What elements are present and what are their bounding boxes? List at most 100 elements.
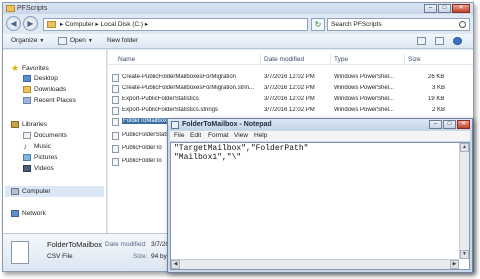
title-bar[interactable]: PFScripts – □ ✕ — [3, 3, 473, 14]
menu-format[interactable]: Format — [208, 132, 229, 139]
close-button[interactable]: ✕ — [457, 120, 470, 129]
open-button[interactable]: Open ▼ — [70, 37, 93, 44]
breadcrumb[interactable]: ▸ Computer ▸ Local Disk (C:) ▸ — [60, 21, 148, 28]
file-size: 2 KB — [432, 107, 446, 113]
file-row[interactable]: Create-PublicFolderMailboxesForMigration… — [108, 83, 473, 94]
column-headers: Name Date modified Type Size — [108, 54, 473, 65]
nav-downloads[interactable]: Downloads — [34, 86, 66, 93]
horizontal-scrollbar[interactable]: ◀ ▶ — [171, 259, 459, 269]
nav-selection — [5, 186, 104, 197]
notepad-menu-bar: File Edit Format View Help — [170, 131, 470, 141]
computer-icon — [11, 188, 19, 195]
nav-libraries[interactable]: Libraries — [22, 121, 47, 128]
nav-favorites[interactable]: Favorites — [22, 65, 49, 72]
powershell-file-icon — [112, 85, 119, 93]
address-bar[interactable]: ▸ Computer ▸ Local Disk (C:) ▸ — [43, 18, 308, 31]
column-name[interactable]: Name — [118, 56, 135, 63]
nav-network[interactable]: Network — [22, 210, 46, 217]
nav-computer[interactable]: Computer — [22, 188, 51, 195]
desktop-icon — [23, 75, 31, 82]
file-type: Windows PowerShel... — [334, 85, 395, 91]
file-row[interactable]: Export-PublicFolderStatistics 3/7/2016 1… — [108, 94, 473, 105]
nav-documents[interactable]: Documents — [34, 132, 67, 139]
column-size[interactable]: Size — [408, 56, 421, 63]
notepad-text-area[interactable]: "TargetMailbox","FolderPath" "Mailbox1",… — [170, 142, 470, 270]
csv-file-icon — [112, 132, 119, 140]
downloads-icon — [23, 86, 31, 93]
column-divider[interactable] — [260, 54, 261, 65]
recent-places-icon — [23, 97, 31, 104]
help-icon[interactable] — [453, 37, 462, 45]
file-date: 3/7/2016 12:02 PM — [264, 85, 315, 91]
notepad-title-bar[interactable]: FolderToMailbox - Notepad – □ ✕ — [168, 119, 472, 130]
close-button[interactable]: ✕ — [452, 4, 470, 13]
new-folder-button[interactable]: New folder — [107, 37, 138, 44]
scroll-left-icon[interactable]: ◀ — [171, 260, 180, 269]
minimize-button[interactable]: – — [424, 4, 437, 13]
powershell-file-icon — [112, 74, 119, 82]
powershell-file-icon — [112, 158, 119, 166]
file-row[interactable]: Export-PublicFolderStatistics.strings 3/… — [108, 105, 473, 116]
file-date: 3/7/2016 12:02 PM — [264, 74, 315, 80]
powershell-file-icon — [112, 107, 119, 115]
scroll-up-icon[interactable]: ▲ — [460, 143, 469, 152]
file-name: PublicFolderTo — [122, 145, 162, 151]
powershell-file-icon — [112, 145, 119, 153]
text-line: "Mailbox1","\" — [174, 153, 242, 162]
preview-pane-icon[interactable] — [435, 37, 444, 45]
open-icon — [58, 37, 67, 45]
open-label: Open — [70, 37, 86, 44]
menu-help[interactable]: Help — [254, 132, 267, 139]
file-name: Export-PublicFolderStatistics — [122, 96, 199, 102]
nav-desktop[interactable]: Desktop — [34, 75, 58, 82]
file-name: FolderToMailbox — [122, 118, 169, 124]
file-date: 3/7/2016 12:02 PM — [264, 107, 315, 113]
details-size-label: Size: — [133, 253, 148, 260]
notepad-window: FolderToMailbox - Notepad – □ ✕ File Edi… — [167, 118, 473, 273]
menu-edit[interactable]: Edit — [190, 132, 201, 139]
videos-icon — [23, 165, 31, 172]
refresh-button[interactable]: ↻ — [311, 18, 325, 31]
scroll-down-icon[interactable]: ▼ — [460, 250, 469, 259]
search-placeholder: Search PFScripts — [331, 21, 382, 28]
menu-file[interactable]: File — [174, 132, 184, 139]
libraries-icon — [11, 121, 19, 128]
column-divider[interactable] — [404, 54, 405, 65]
details-date-label: Date modified: — [105, 241, 147, 248]
minimize-button[interactable]: – — [429, 120, 442, 129]
file-type: Windows PowerShel... — [334, 96, 395, 102]
organize-button[interactable]: Organize ▼ — [11, 37, 44, 44]
text-line: "TargetMailbox","FolderPath" — [174, 144, 309, 153]
maximize-button[interactable]: □ — [438, 4, 451, 13]
vertical-scrollbar[interactable]: ▲ ▼ — [459, 143, 469, 259]
folder-icon — [6, 5, 15, 12]
nav-music[interactable]: Music — [34, 143, 51, 150]
csv-file-icon — [11, 241, 29, 264]
maximize-button[interactable]: □ — [443, 120, 456, 129]
menu-view[interactable]: View — [234, 132, 248, 139]
back-button[interactable]: ◀ — [6, 16, 21, 31]
notepad-title: FolderToMailbox - Notepad — [182, 121, 272, 128]
csv-file-icon — [112, 118, 119, 126]
file-name: PublicFolderTo — [122, 158, 162, 164]
nav-videos[interactable]: Videos — [34, 165, 54, 172]
navigation-pane: ★ Favorites Desktop Downloads Recent Pla… — [3, 50, 107, 235]
search-input[interactable]: Search PFScripts — [327, 18, 470, 31]
chevron-down-icon: ▼ — [87, 38, 93, 44]
star-icon: ★ — [11, 63, 20, 73]
column-date[interactable]: Date modified — [264, 56, 304, 63]
column-divider[interactable] — [330, 54, 331, 65]
scroll-right-icon[interactable]: ▶ — [450, 260, 459, 269]
view-options-icon[interactable] — [417, 37, 426, 45]
nav-recent-places[interactable]: Recent Places — [34, 97, 76, 104]
column-type[interactable]: Type — [334, 56, 348, 63]
nav-pictures[interactable]: Pictures — [34, 154, 57, 161]
pictures-icon — [23, 154, 31, 161]
file-row[interactable]: Create-PublicFolderMailboxesForMigration… — [108, 72, 473, 83]
documents-icon — [23, 132, 31, 139]
forward-button[interactable]: ▶ — [23, 16, 38, 31]
window-title: PFScripts — [17, 5, 48, 12]
search-icon[interactable] — [459, 21, 466, 28]
command-bar: Organize ▼ Open ▼ New folder — [3, 34, 473, 49]
details-file-type: CSV File — [47, 253, 73, 260]
